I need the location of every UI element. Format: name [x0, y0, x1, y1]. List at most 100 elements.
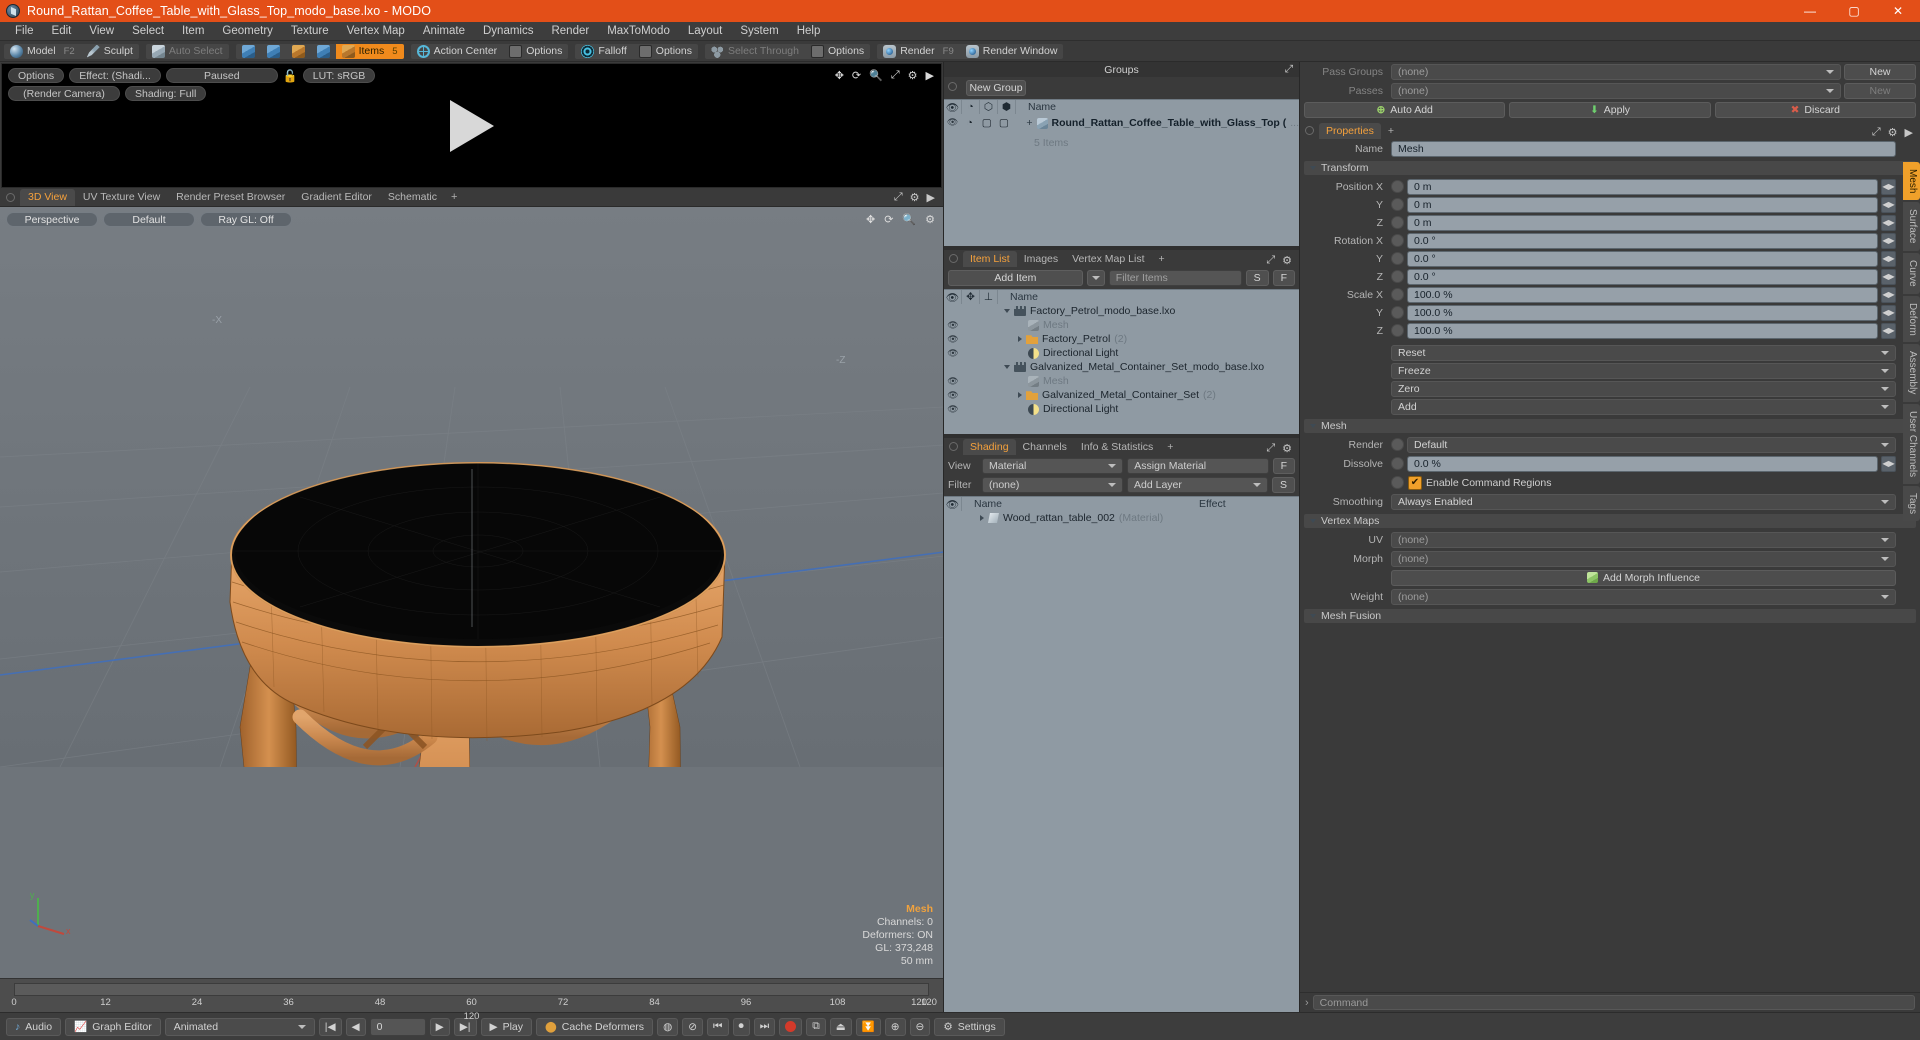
transform-knob[interactable] [1391, 270, 1404, 283]
properties-dot-button[interactable] [1305, 126, 1314, 135]
sculpt-mode-button[interactable]: Sculpt [81, 44, 139, 59]
expand-icon[interactable]: ⤢ [1266, 442, 1275, 455]
menu-item-vertex-map[interactable]: Vertex Map [338, 22, 414, 41]
transform-stepper[interactable]: ◀▶ [1881, 232, 1896, 249]
weight-select[interactable]: (none) [1391, 588, 1896, 605]
transform-stepper[interactable]: ◀▶ [1881, 322, 1896, 339]
shading-add-tab-button[interactable]: + [1160, 439, 1180, 455]
menu-item-geometry[interactable]: Geometry [213, 22, 282, 41]
no-ghost-button[interactable]: ⊘ [682, 1017, 704, 1036]
menu-item-view[interactable]: View [80, 22, 123, 41]
key-prev-button[interactable]: ⏮ [707, 1017, 729, 1036]
select-through-button[interactable]: Select Through [705, 44, 805, 59]
action-add-select[interactable]: Add [1391, 398, 1896, 415]
zoom-icon[interactable]: 🔍 [869, 69, 883, 82]
transform-stepper[interactable]: ◀▶ [1881, 304, 1896, 321]
transform-stepper[interactable]: ◀▶ [1881, 268, 1896, 285]
menu-item-edit[interactable]: Edit [43, 22, 81, 41]
tab-gradient-editor[interactable]: Gradient Editor [293, 189, 380, 206]
animated-select[interactable]: Animated [164, 1017, 315, 1036]
shading-mode-button[interactable]: Shading: Full [125, 86, 207, 101]
timeline[interactable]: 0 12 24 36 48 60 72 84 96 108 120 120 120 [0, 978, 943, 1022]
go-to-start-button[interactable]: |◀ [318, 1017, 342, 1036]
minimize-button[interactable]: — [1788, 0, 1832, 22]
action-zero-select[interactable]: Zero [1391, 380, 1896, 397]
itemlist-body[interactable]: Factory_Petrol_modo_base.lxo 👁 Mesh 👁 Factor… [944, 304, 1299, 434]
add-layer-button[interactable]: Add Layer [1127, 477, 1268, 493]
discard-button[interactable]: ✖ Discard [1714, 101, 1916, 118]
side-tab-surface[interactable]: Surface [1903, 202, 1920, 251]
transform-value-input[interactable]: 100.0 % [1407, 286, 1878, 303]
apply-button[interactable]: ⬇ Apply [1509, 101, 1711, 118]
viewport-raygl-button[interactable]: Ray GL: Off [200, 212, 292, 227]
gear-icon[interactable]: ⚙ [1282, 442, 1292, 455]
falloff-options-button[interactable]: Options [633, 44, 698, 59]
item-list-row[interactable]: Galvanized_Metal_Container_Set_modo_base… [944, 360, 1299, 374]
item-visibility-toggle[interactable]: 👁 [944, 348, 962, 359]
transform-value-input[interactable]: 0.0 ° [1407, 232, 1878, 249]
next-frame-button[interactable]: ▶ [429, 1017, 450, 1036]
viewport-add-tab-button[interactable]: + [445, 189, 463, 206]
tab-info-statistics[interactable]: Info & Statistics [1074, 439, 1160, 455]
timeline-track[interactable] [14, 983, 929, 996]
morph-select[interactable]: (none) [1391, 550, 1896, 567]
gear-icon[interactable]: ⚙ [908, 69, 918, 82]
viewport-zoom-icon[interactable]: 🔍 [902, 213, 916, 226]
menu-item-select[interactable]: Select [123, 22, 173, 41]
action-freeze-select[interactable]: Freeze [1391, 362, 1896, 379]
gear-icon[interactable]: ⚙ [1888, 126, 1898, 139]
lock-icon[interactable]: 🔓 [283, 68, 298, 83]
side-tab-curve[interactable]: Curve [1903, 252, 1920, 294]
material-row[interactable]: Wood_rattan_table_002 (Material) [944, 511, 1299, 525]
shading-f-button[interactable]: F [1272, 458, 1296, 474]
transform-value-input[interactable]: 100.0 % [1407, 304, 1878, 321]
model-mode-button[interactable]: Model F2 [4, 44, 81, 59]
group-visibility-toggle[interactable]: 👁 [944, 117, 961, 128]
viewport-3d[interactable]: Perspective Default Ray GL: Off ✥ ⟳ 🔍 ⚙ … [0, 207, 943, 978]
command-regions-knob[interactable] [1391, 476, 1404, 489]
item-visibility-toggle[interactable]: 👁 [944, 376, 962, 387]
menu-item-system[interactable]: System [731, 22, 787, 41]
action-center-button[interactable]: Action Center [411, 44, 504, 59]
row-expander-icon[interactable] [1004, 309, 1010, 313]
gear-icon[interactable]: ⚙ [1282, 254, 1292, 267]
item-list-row[interactable]: 👁 Factory_Petrol (2) [944, 332, 1299, 346]
audio-button[interactable]: ♪ Audio [6, 1017, 62, 1036]
polygons-mode-button[interactable] [286, 44, 311, 59]
preview-options-button[interactable]: Options [8, 68, 65, 83]
tab-images[interactable]: Images [1017, 251, 1065, 267]
properties-add-tab-button[interactable]: + [1381, 123, 1401, 139]
side-tab-assembly[interactable]: Assembly [1903, 344, 1920, 402]
group-select-toggle[interactable]: ▢ [995, 117, 1012, 129]
cache-deformers-button[interactable]: ⬤ Cache Deformers [536, 1017, 654, 1036]
material-expander-icon[interactable] [980, 515, 984, 521]
materials-mode-button[interactable] [311, 44, 336, 59]
transform-value-input[interactable]: 0.0 ° [1407, 268, 1878, 285]
side-tab-deform[interactable]: Deform [1903, 295, 1920, 343]
menu-item-item[interactable]: Item [173, 22, 213, 41]
expand-icon[interactable]: ⤢ [1872, 126, 1881, 139]
previous-frame-button[interactable]: ◀ [345, 1017, 366, 1036]
vertices-mode-button[interactable] [236, 44, 261, 59]
group-lock-toggle[interactable]: ▢ [978, 117, 995, 129]
action-reset-select[interactable]: Reset [1391, 344, 1896, 361]
transform-knob[interactable] [1391, 198, 1404, 211]
vertex-maps-section-header[interactable]: Vertex Maps [1304, 514, 1916, 528]
passes-new-button[interactable]: New [1844, 82, 1916, 99]
shading-s-button[interactable]: S [1272, 477, 1296, 493]
items-mode-button[interactable]: Items 5 [335, 43, 404, 59]
menu-item-dynamics[interactable]: Dynamics [474, 22, 542, 41]
command-input[interactable]: Command [1312, 995, 1915, 1010]
expand-icon[interactable]: ⤢ [1266, 254, 1275, 267]
preview-panel[interactable]: Options Effect: (Shadi... Paused 🔓 LUT: … [1, 63, 942, 188]
smoothing-select[interactable]: Always Enabled [1391, 493, 1896, 510]
viewport-projection-button[interactable]: Perspective [6, 212, 98, 227]
chevron-right-icon[interactable]: ▶ [1905, 126, 1913, 139]
falloff-button[interactable]: Falloff [575, 44, 632, 59]
key-range-end-button[interactable]: ⏬ [855, 1017, 881, 1036]
dissolve-input[interactable]: 0.0 % [1407, 455, 1878, 472]
item-visibility-toggle[interactable]: 👁 [944, 320, 962, 331]
row-expander-icon[interactable] [1004, 365, 1010, 369]
transform-knob[interactable] [1391, 216, 1404, 229]
play-button[interactable]: ▶ Play [480, 1017, 533, 1036]
